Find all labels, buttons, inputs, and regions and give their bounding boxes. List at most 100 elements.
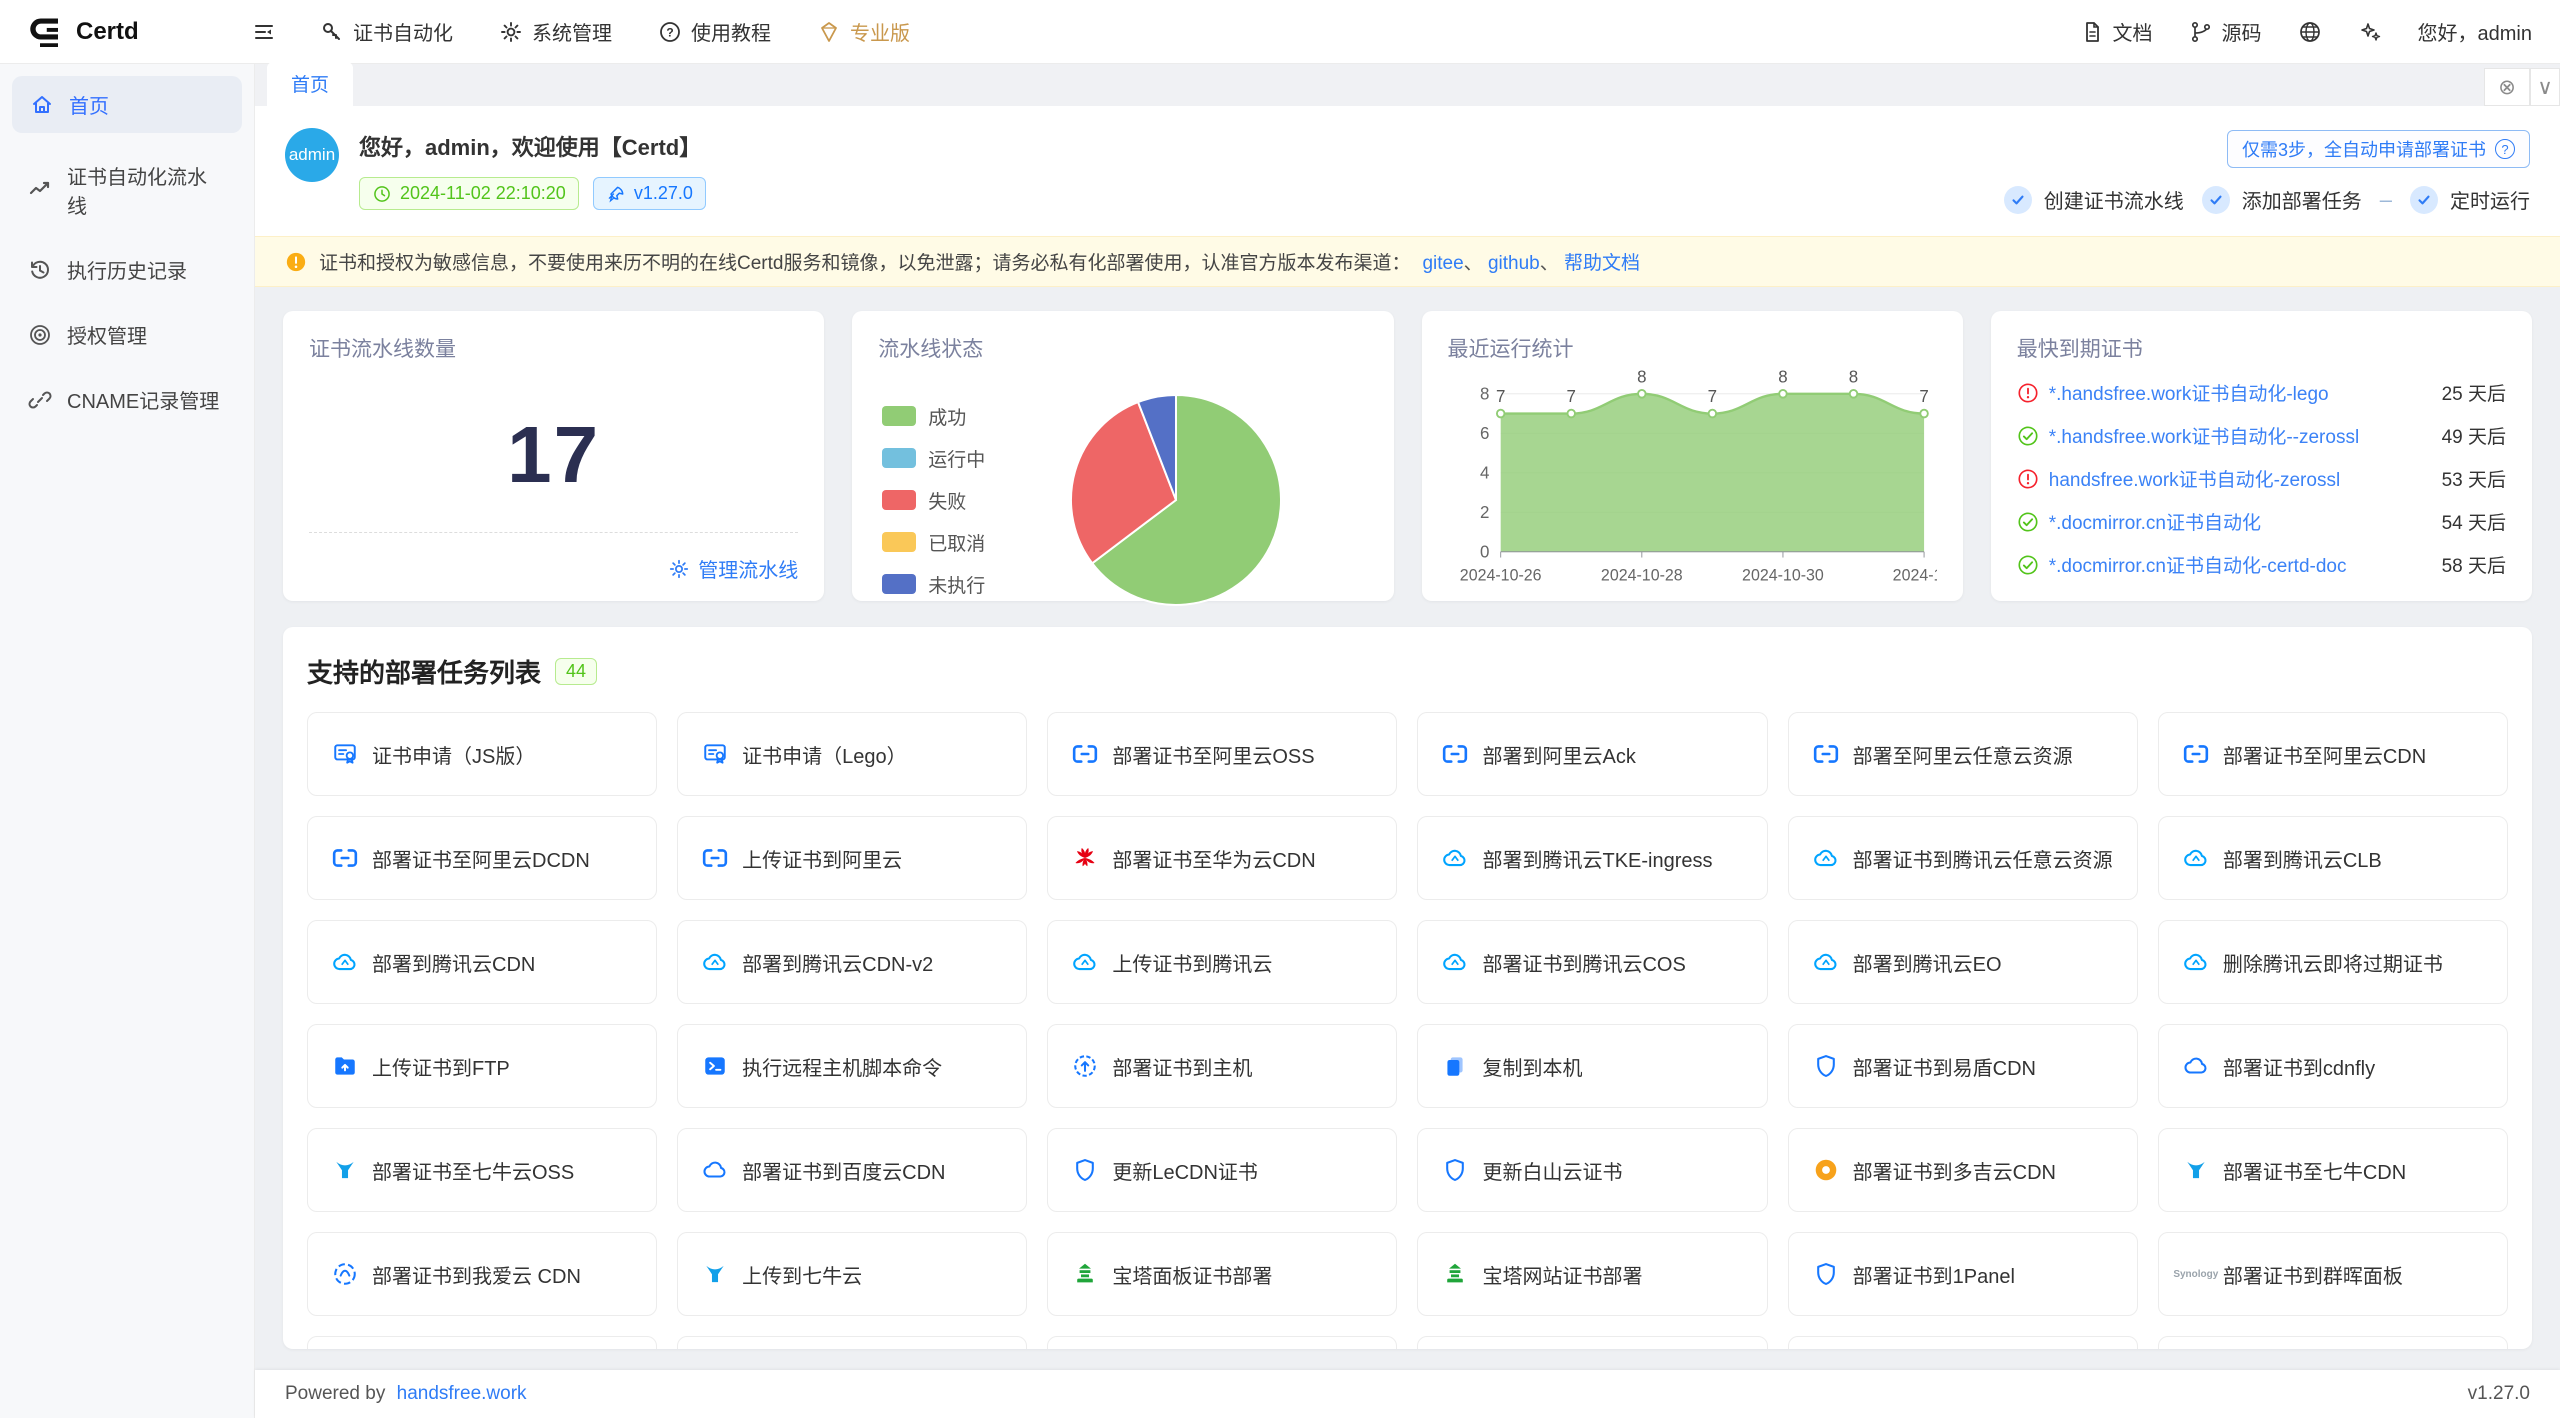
user-greeting[interactable]: 您好，admin	[2418, 17, 2532, 46]
home-icon	[30, 93, 54, 117]
check-circle-icon	[2202, 186, 2230, 214]
task-card[interactable]: 上传证书到阿里云	[677, 816, 1027, 900]
task-card[interactable]: 部署到腾讯云CDN	[307, 920, 657, 1004]
task-card[interactable]: 证书申请（Lego）	[677, 712, 1027, 796]
nav-menu-2[interactable]: ?使用教程	[658, 17, 771, 46]
task-card[interactable]: 部署证书到1Panel	[1788, 1232, 2138, 1316]
task-label: 部署证书至阿里云OSS	[1112, 740, 1314, 769]
aliyun-icon	[332, 845, 358, 871]
task-card[interactable]: 部署证书到腾讯云任意云资源	[1788, 816, 2138, 900]
task-card-partial[interactable]	[677, 1336, 1027, 1349]
language-globe-icon[interactable]	[2298, 20, 2322, 44]
task-card-partial[interactable]	[1417, 1336, 1767, 1349]
sparkles-icon[interactable]	[2358, 20, 2382, 44]
task-card[interactable]: 部署到腾讯云TKE-ingress	[1417, 816, 1767, 900]
task-label: 部署证书到我爱云 CDN	[372, 1260, 581, 1289]
avatar[interactable]: admin	[285, 128, 339, 182]
legend-item-0[interactable]: 成功	[882, 403, 985, 430]
aliyun-icon	[2183, 741, 2209, 767]
cert-name-link[interactable]: *.docmirror.cn证书自动化-certd-doc	[2049, 551, 2432, 578]
task-card[interactable]: 宝塔面板证书部署	[1047, 1232, 1397, 1316]
check-icon	[2207, 191, 2225, 209]
task-card[interactable]: 部署证书至七牛CDN	[2158, 1128, 2508, 1212]
task-card[interactable]: 部署证书到易盾CDN	[1788, 1024, 2138, 1108]
task-card[interactable]: 更新LeCDN证书	[1047, 1128, 1397, 1212]
nav-link-docs[interactable]: 文档	[2080, 17, 2153, 46]
task-label: 上传证书到FTP	[372, 1052, 510, 1081]
svg-text:7: 7	[1707, 387, 1716, 406]
task-card-partial[interactable]	[1788, 1336, 2138, 1349]
task-label: 部署到腾讯云CDN-v2	[742, 948, 933, 977]
legend-item-1[interactable]: 运行中	[882, 445, 985, 472]
brand[interactable]: Certd	[28, 14, 252, 50]
alert-text: 证书和授权为敏感信息，不要使用来历不明的在线Certd服务和镜像，以免泄露；请务…	[319, 248, 1410, 275]
nav-menu-1[interactable]: 系统管理	[499, 17, 612, 46]
task-card[interactable]: 上传证书到腾讯云	[1047, 920, 1397, 1004]
task-card[interactable]: 删除腾讯云即将过期证书	[2158, 920, 2508, 1004]
handsfree-link[interactable]: handsfree.work	[397, 1383, 527, 1404]
task-card[interactable]: 部署证书到主机	[1047, 1024, 1397, 1108]
alert-link-github[interactable]: github	[1488, 253, 1540, 274]
cert-name-link[interactable]: handsfree.work证书自动化-zerossl	[2049, 465, 2432, 492]
nav-menu-3[interactable]: 专业版	[817, 17, 910, 46]
legend-label: 失败	[928, 487, 966, 514]
task-card[interactable]: 部署证书到我爱云 CDN	[307, 1232, 657, 1316]
rocket-icon	[606, 184, 626, 204]
sidebar-item-2[interactable]: 执行历史记录	[0, 237, 254, 302]
sidebar-item-4[interactable]: CNAME记录管理	[0, 367, 254, 432]
legend-item-2[interactable]: 失败	[882, 487, 985, 514]
task-card[interactable]: 部署证书到cdnfly	[2158, 1024, 2508, 1108]
task-card[interactable]: 证书申请（JS版）	[307, 712, 657, 796]
task-card[interactable]: 部署到腾讯云CLB	[2158, 816, 2508, 900]
deploy-task-grid: 证书申请（JS版）证书申请（Lego）部署证书至阿里云OSS部署到阿里云Ack部…	[307, 712, 2508, 1349]
task-card[interactable]: Synology部署证书到群晖面板	[2158, 1232, 2508, 1316]
task-card[interactable]: 部署证书至阿里云CDN	[2158, 712, 2508, 796]
nav-menu-0[interactable]: 证书自动化	[320, 17, 453, 46]
task-card[interactable]: 更新白山云证书	[1417, 1128, 1767, 1212]
task-card-partial[interactable]	[1047, 1336, 1397, 1349]
task-card[interactable]: 宝塔网站证书部署	[1417, 1232, 1767, 1316]
tab-menu-chevron-down-icon[interactable]: ∨	[2530, 68, 2560, 106]
nav-link-source[interactable]: 源码	[2189, 17, 2262, 46]
cert-name-link[interactable]: *.docmirror.cn证书自动化	[2049, 508, 2432, 535]
sidebar-item-3[interactable]: 授权管理	[0, 302, 254, 367]
task-card[interactable]: 部署证书至七牛云OSS	[307, 1128, 657, 1212]
task-label: 部署到腾讯云TKE-ingress	[1482, 844, 1712, 873]
task-card[interactable]: 复制到本机	[1417, 1024, 1767, 1108]
legend-item-4[interactable]: 未执行	[882, 571, 985, 598]
task-card-partial[interactable]	[307, 1336, 657, 1349]
task-card[interactable]: 部署到腾讯云EO	[1788, 920, 2138, 1004]
tab-home[interactable]: 首页	[267, 62, 353, 106]
legend-item-3[interactable]: 已取消	[882, 529, 985, 556]
task-card[interactable]: 执行远程主机脚本命令	[677, 1024, 1027, 1108]
task-card[interactable]: 部署证书到百度云CDN	[677, 1128, 1027, 1212]
cert-name-link[interactable]: *.handsfree.work证书自动化-lego	[2049, 379, 2432, 406]
task-card[interactable]: 上传到七牛云	[677, 1232, 1027, 1316]
task-card[interactable]: 部署证书至华为云CDN	[1047, 816, 1397, 900]
task-card[interactable]: 部署证书到多吉云CDN	[1788, 1128, 2138, 1212]
task-card[interactable]: 部署到阿里云Ack	[1417, 712, 1767, 796]
sidebar-item-1[interactable]: 证书自动化流水线	[0, 143, 254, 237]
cert-name-link[interactable]: *.handsfree.work证书自动化--zerossl	[2049, 422, 2432, 449]
task-card[interactable]: 部署证书至阿里云OSS	[1047, 712, 1397, 796]
task-card[interactable]: 部署证书到腾讯云COS	[1417, 920, 1767, 1004]
task-card[interactable]: 部署证书至阿里云DCDN	[307, 816, 657, 900]
navbar-menus: 证书自动化 系统管理 ?使用教程 专业版	[320, 17, 910, 46]
task-card[interactable]: 部署到腾讯云CDN-v2	[677, 920, 1027, 1004]
tab-close-button[interactable]: ⊗	[2484, 68, 2530, 106]
qiniu-icon	[2183, 1157, 2209, 1183]
sidebar-collapse-icon[interactable]	[252, 20, 276, 44]
navbar-right: 文档 源码 您好，admin	[2080, 17, 2532, 46]
task-card-partial[interactable]	[2158, 1336, 2508, 1349]
sidebar-item-0[interactable]: 首页	[12, 76, 242, 133]
task-card[interactable]: 部署至阿里云任意云资源	[1788, 712, 2138, 796]
tencent-icon	[2183, 845, 2209, 871]
manage-pipelines-link[interactable]: 管理流水线	[668, 554, 798, 583]
alert-link-帮助文档[interactable]: 帮助文档	[1564, 253, 1640, 274]
three-steps-hint-badge[interactable]: 仅需3步，全自动申请部署证书 ?	[2227, 130, 2530, 168]
alert-link-gitee[interactable]: gitee	[1422, 253, 1463, 274]
shield-icon	[1813, 1261, 1839, 1287]
nav-menu-label: 使用教程	[691, 17, 771, 46]
cert-expire-days: 53 天后	[2442, 465, 2506, 492]
task-card[interactable]: 上传证书到FTP	[307, 1024, 657, 1108]
